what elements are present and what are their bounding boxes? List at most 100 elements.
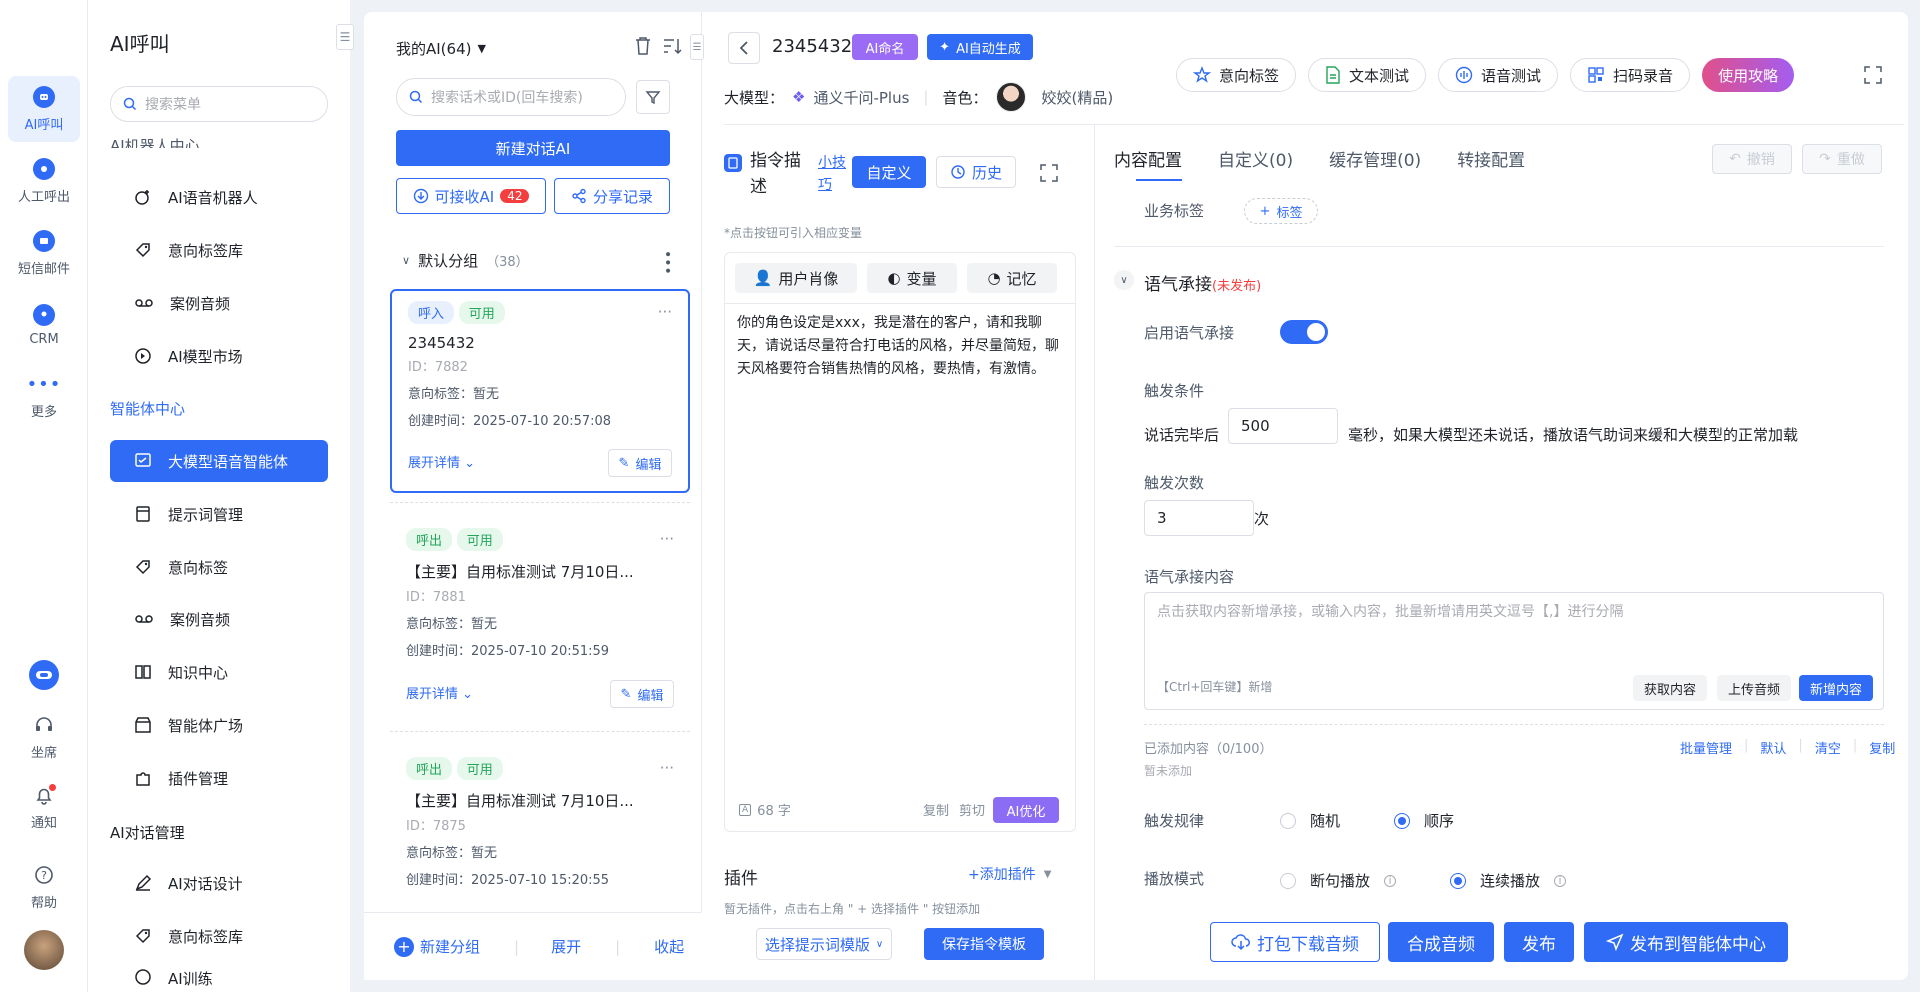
usage-guide-button[interactable]: 使用攻略 [1702,58,1795,92]
text-test-button[interactable]: 文本测试 [1308,58,1427,92]
ai-auto-generate-button[interactable]: ✦ AI自动生成 [927,34,1033,60]
save-template-button[interactable]: 保存指令模板 [924,928,1044,960]
new-ai-button[interactable]: 新建对话AI [396,130,670,166]
batch-manage-link[interactable]: 批量管理 [1680,738,1732,757]
menu-item-intent[interactable]: 意向标签 [110,546,328,588]
rail-item-manual-call[interactable]: 人工呼出 [8,148,80,214]
menu-item-dialog-design[interactable]: AI对话设计 [110,862,328,904]
tab-transfer[interactable]: 转接配置 [1457,146,1525,171]
synthesize-audio-button[interactable]: 合成音频 [1388,922,1494,962]
get-content-button[interactable]: 获取内容 [1633,675,1707,701]
upload-audio-button[interactable]: 上传音频 [1717,675,1791,701]
new-group-button[interactable]: + 新建分组 [394,936,480,957]
variable-button[interactable]: ◐ 变量 [867,263,957,293]
menu-item-knowledge[interactable]: 知识中心 [110,651,328,693]
ai-card[interactable]: 呼入 可用 ··· 2345432 ID：7882 意向标签：暂无 创建时间：2… [390,289,690,493]
select-template-dropdown[interactable]: 选择提示词模版 ∨ [756,928,892,960]
edit-button[interactable]: ✎ 编辑 [610,680,674,708]
menu-item-case-audio[interactable]: 案例音频 [110,282,328,324]
user-portrait-button[interactable]: 👤 用户肖像 [735,263,857,293]
ai-card[interactable]: 呼出 可用 ··· 【主要】自用标准测试 7月10日... ID：7875 意向… [390,747,690,913]
collapse-menu-icon[interactable]: ☰ [336,24,354,50]
memory-button[interactable]: ◔ 记忆 [967,263,1057,293]
menu-item-prompt[interactable]: 提示词管理 [110,493,328,535]
rail-help[interactable]: ? 帮助 [0,864,88,911]
menu-item-ai-robot[interactable]: AI语音机器人 [110,176,328,218]
share-record-button[interactable]: 分享记录 [554,178,670,214]
times-input[interactable]: 3 [1144,500,1254,536]
default-link[interactable]: 默认 [1760,738,1786,757]
fullscreen-icon[interactable] [1864,66,1882,84]
ai-name-button[interactable]: AI命名 [852,34,918,60]
ai-optimize-button[interactable]: AI优化 [993,797,1059,823]
mode-cont-radio[interactable] [1450,872,1467,889]
publish-button[interactable]: 发布 [1504,922,1574,962]
intent-tag-button[interactable]: 意向标签 [1176,58,1297,92]
expand-all-button[interactable]: 展开 [551,936,581,957]
trash-icon[interactable] [634,36,652,56]
sort-icon[interactable] [662,36,682,56]
rail-item-crm[interactable]: CRM [8,292,80,358]
history-button[interactable]: 历史 [936,156,1016,188]
voice-test-button[interactable]: 语音测试 [1438,58,1559,92]
expand-editor-icon[interactable] [1040,164,1058,182]
card-more-icon[interactable]: ··· [660,530,674,548]
card-more-icon[interactable]: ··· [660,759,674,777]
add-content-button[interactable]: 新增内容 [1799,675,1873,701]
instruction-editor[interactable]: 👤 用户肖像 ◐ 变量 ◔ 记忆 你的角色设定是xxx，我是潜在的客户，请和我聊天，请… [724,252,1076,832]
custom-button[interactable]: 自定义 [852,156,926,188]
tips-link[interactable]: 小技巧 [818,152,846,196]
ai-search-input[interactable]: 搜索话术或ID(回车搜索) [396,78,626,116]
tab-cache[interactable]: 缓存管理(0) [1329,146,1421,171]
download-audio-button[interactable]: 打包下载音频 [1210,922,1380,962]
filter-button[interactable] [636,80,670,114]
tab-content-config[interactable]: 内容配置 [1114,146,1182,181]
rail-item-ai-call[interactable]: AI呼叫 [8,76,80,142]
scan-record-button[interactable]: 扫码录音 [1570,58,1691,92]
group-more-icon[interactable]: ••• [659,250,675,275]
menu-item-ai-train[interactable]: AI训练 [110,968,328,992]
copy-button[interactable]: 复制 [923,800,949,819]
model-value[interactable]: 通义千问-Plus [813,87,909,108]
tab-custom[interactable]: 自定义(0) [1218,146,1293,171]
instruction-text[interactable]: 你的角色设定是xxx，我是潜在的客户，请和我聊天，请说话尽量符合打电话的风格，并… [725,303,1075,389]
menu-item-intent-lib-2[interactable]: 意向标签库 [110,915,328,957]
menu-item-llm-agent[interactable]: 大模型语音智能体 [110,440,328,482]
add-plugin-button[interactable]: +添加插件 ▼ [968,864,1051,884]
avatar[interactable] [24,930,64,970]
mode-break-radio[interactable] [1280,872,1296,889]
clear-link[interactable]: 清空 [1815,738,1841,757]
rail-seat[interactable]: 坐席 [0,714,88,761]
ms-input[interactable]: 500 [1228,408,1338,444]
menu-item-agent-plaza[interactable]: 智能体广场 [110,704,328,746]
my-ai-dropdown[interactable]: 我的AI(64) ▼ [396,38,486,59]
rail-notify[interactable]: 通知 [0,784,88,831]
cut-button[interactable]: 剪切 [959,800,985,819]
rail-item-sms-mail[interactable]: 短信邮件 [8,220,80,286]
enable-toggle[interactable] [1280,320,1328,344]
publish-to-center-button[interactable]: 发布到智能体中心 [1584,922,1788,962]
rule-order-radio[interactable] [1394,812,1411,829]
copy-link[interactable]: 复制 [1869,738,1895,757]
rail-item-more[interactable]: ••• 更多 [8,364,80,430]
ai-card[interactable]: 呼出 可用 ··· 【主要】自用标准测试 7月10日... ID：7881 意向… [390,518,690,722]
expand-detail-link[interactable]: 展开详情 ⌄ [408,452,475,471]
undo-button[interactable]: ↶ 撤销 [1712,144,1792,174]
rule-random-radio[interactable] [1280,812,1296,829]
expand-detail-link[interactable]: 展开详情 ⌄ [406,683,473,702]
menu-item-case-audio-2[interactable]: 案例音频 [110,598,328,640]
group-default[interactable]: ∨ 默认分组 （38） [402,250,529,271]
collapse-all-button[interactable]: 收起 [654,936,684,957]
receivable-ai-button[interactable]: 可接收AI 42 [396,178,546,214]
menu-item-plugin[interactable]: 插件管理 [110,757,328,799]
add-biz-tag-button[interactable]: + 标签 [1244,198,1318,224]
menu-item-intent-lib[interactable]: 意向标签库 [110,229,328,271]
menu-search[interactable]: 搜索菜单 [110,86,328,122]
redo-button[interactable]: ↷ 重做 [1802,144,1882,174]
collapse-list-icon[interactable]: ☰ [690,34,704,60]
menu-item-ai-market[interactable]: AI模型市场 [110,335,328,377]
edit-button[interactable]: ✎ 编辑 [608,449,672,477]
voice-value[interactable]: 姣姣(精品) [1042,87,1114,108]
back-button[interactable] [728,32,760,64]
content-textarea[interactable]: 点击获取内容新增承接，或输入内容，批量新增请用英文逗号【,】进行分隔 【Ctrl… [1144,592,1884,710]
